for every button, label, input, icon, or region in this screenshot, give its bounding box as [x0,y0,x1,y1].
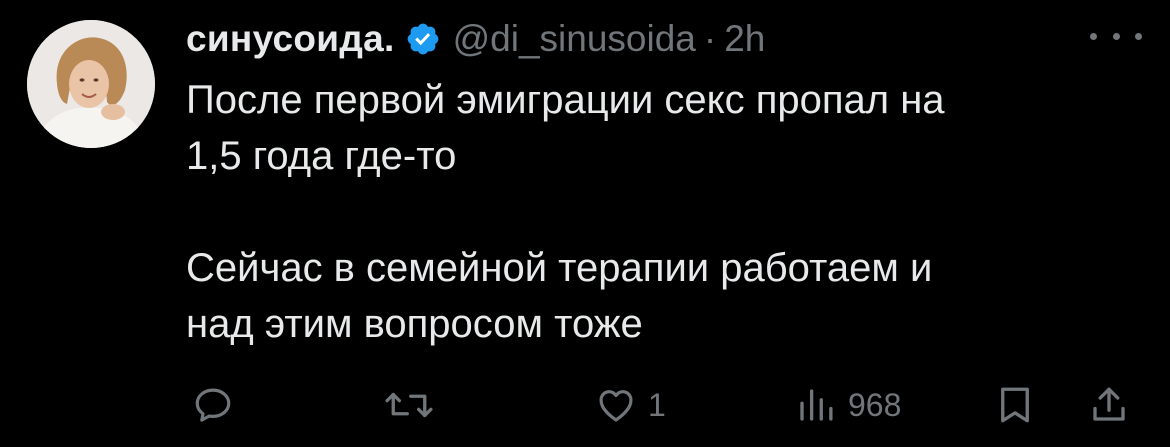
action-bar: 1 968 [186,378,1136,432]
avatar[interactable] [27,20,155,148]
views-button[interactable]: 968 [794,378,901,432]
reply-icon [195,388,231,422]
tweet-text-line: над этим вопросом тоже [186,302,643,346]
more-dot [1112,32,1120,40]
share-icon [1093,387,1125,421]
more-dot [1090,32,1097,40]
user-handle[interactable]: @di_sinusoida [453,18,696,60]
more-dot [1135,32,1142,40]
tweet-text: После первой эмиграции секс пропал на 1,… [186,72,1136,352]
views-count: 968 [848,386,902,423]
tweet-text-line: Сейчас в семейной терапии работаем и [186,246,933,290]
tweet-header: синусоида. @di_sinusoida · 2h [186,14,765,64]
views-chart-icon [800,389,833,421]
retweet-button[interactable] [384,378,434,432]
like-button[interactable]: 1 [594,378,666,432]
heart-icon [599,390,633,422]
share-button[interactable] [1088,378,1130,432]
tweet-text-line: 1,5 года где-то [186,134,457,178]
more-horizontal-icon[interactable] [1090,24,1142,48]
timestamp[interactable]: 2h [724,18,765,60]
reply-button[interactable] [192,378,234,432]
avatar-image [27,20,155,148]
bookmark-icon [1001,387,1029,423]
display-name[interactable]: синусоида. [186,18,395,60]
separator-dot: · [703,18,717,59]
verified-badge-icon[interactable] [405,21,441,57]
tweet[interactable]: синусоида. @di_sinusoida · 2h После перв… [0,0,1170,447]
retweet-icon [385,392,433,418]
bookmark-button[interactable] [994,378,1036,432]
tweet-text-line: После первой эмиграции секс пропал на [186,78,945,122]
like-count: 1 [648,386,666,423]
